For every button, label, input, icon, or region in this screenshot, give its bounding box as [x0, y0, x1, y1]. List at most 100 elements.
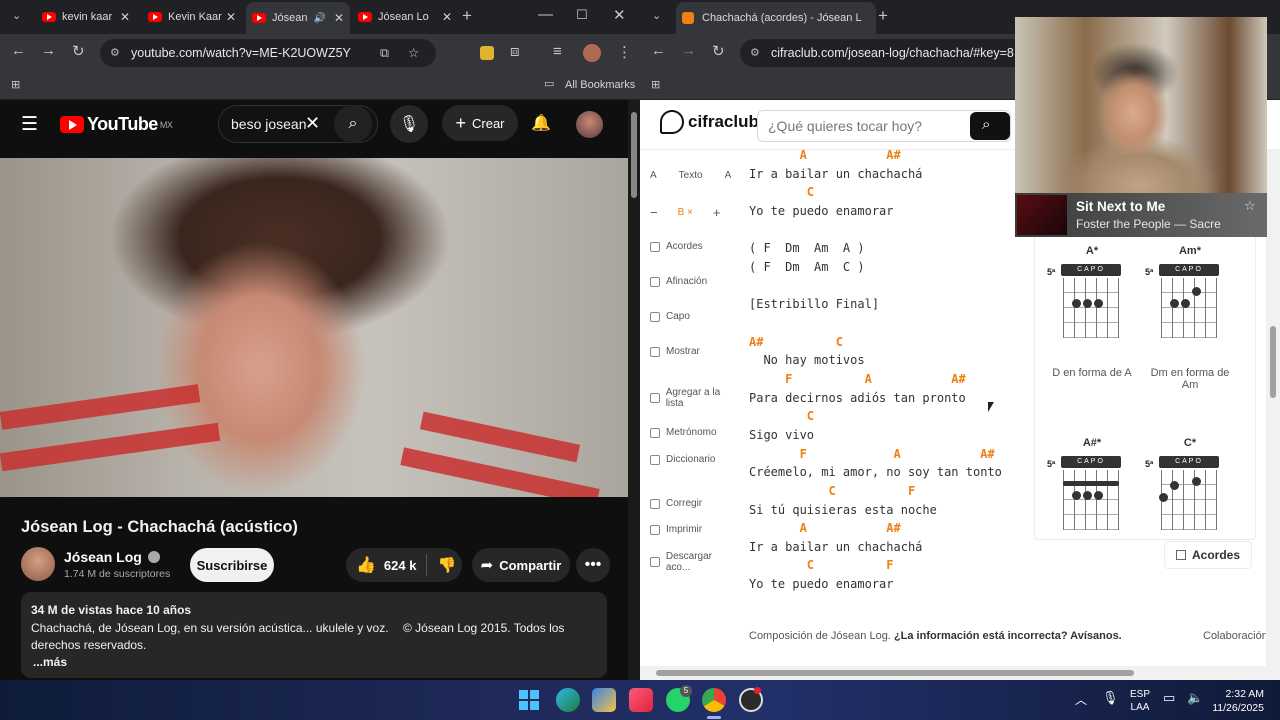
install-icon[interactable]: ⧉: [380, 39, 389, 67]
media-controls-icon[interactable]: ≡: [553, 43, 562, 60]
sidebar-item-imprimir[interactable]: Imprimir: [650, 524, 702, 535]
key-up-button[interactable]: +: [713, 205, 721, 220]
show-hidden-icons-icon[interactable]: ︿: [1075, 691, 1087, 708]
acordes-button[interactable]: Acordes: [1164, 541, 1252, 569]
reload-icon[interactable]: ↻: [72, 42, 85, 60]
music-icon[interactable]: [629, 688, 653, 712]
reload-icon[interactable]: ↻: [712, 42, 725, 60]
tab-kevin-kaar-1[interactable]: kevin kaar ✕: [36, 4, 136, 30]
search-button[interactable]: ⌕: [334, 105, 372, 143]
new-tab-button[interactable]: +: [462, 6, 472, 26]
search-button[interactable]: ⌕: [970, 112, 1010, 140]
hamburger-menu-icon[interactable]: ☰: [21, 113, 38, 136]
pip-video[interactable]: [1015, 17, 1267, 193]
scrollbar-thumb[interactable]: [1270, 326, 1276, 398]
close-icon[interactable]: ✕: [226, 10, 236, 24]
new-tab-button[interactable]: +: [878, 6, 888, 26]
like-button[interactable]: 👍 624 k: [346, 555, 416, 575]
microphone-icon[interactable]: 🎙: [1102, 690, 1119, 706]
picture-in-picture-window[interactable]: Sit Next to Me Foster the People — Sacre…: [1015, 17, 1267, 237]
bookmark-star-icon[interactable]: ☆: [408, 39, 419, 67]
key-down-button[interactable]: −: [650, 205, 658, 220]
tab-search-icon[interactable]: ⌄: [12, 9, 21, 22]
apps-grid-icon[interactable]: ⊞: [651, 78, 660, 91]
chrome-icon[interactable]: [702, 688, 726, 712]
scrollbar-thumb[interactable]: [631, 112, 637, 198]
sidebar-item-acordes[interactable]: Acordes: [650, 241, 703, 252]
chord-diagram[interactable]: A* 5ª CAPO D en forma de A: [1047, 245, 1137, 415]
tab-josean-log[interactable]: Jósean Lo ✕: [352, 4, 458, 30]
sidebar-item-descargar[interactable]: Descargar aco...: [650, 551, 738, 573]
back-icon[interactable]: ←: [11, 42, 26, 59]
store-icon[interactable]: [592, 688, 616, 712]
mouse-cursor-icon: [988, 402, 994, 412]
share-button[interactable]: ➦ Compartir: [472, 548, 570, 582]
clear-search-icon[interactable]: ✕: [305, 113, 320, 134]
description-box[interactable]: 34 M de vistas hace 10 años Chachachá, d…: [21, 592, 607, 678]
channel-name[interactable]: Jósean Log: [64, 549, 160, 565]
close-icon[interactable]: ✕: [120, 10, 130, 24]
sidebar-item-corregir[interactable]: Corregir: [650, 498, 702, 509]
more-actions-button[interactable]: •••: [576, 548, 610, 582]
menu-kebab-icon[interactable]: ⋮: [617, 43, 632, 61]
all-bookmarks-link[interactable]: All Bookmarks: [565, 79, 635, 91]
notifications-bell-icon[interactable]: 🔔: [531, 113, 551, 133]
site-info-icon[interactable]: ⚙: [110, 39, 120, 67]
sidebar-item-capo[interactable]: Capo: [650, 311, 690, 322]
start-button[interactable]: [519, 690, 539, 710]
chord-diagram[interactable]: Am* 5ª CAPO Dm en forma de Am: [1145, 245, 1235, 415]
extensions-puzzle-icon[interactable]: ⧈: [510, 43, 520, 60]
network-icon[interactable]: ▭: [1163, 690, 1175, 706]
subscribe-button[interactable]: Suscribirse: [190, 548, 274, 582]
dislike-button[interactable]: 👎: [437, 556, 456, 574]
sidebar-item-diccionario[interactable]: Diccionario: [650, 454, 715, 465]
forward-icon[interactable]: →: [41, 42, 56, 59]
site-info-icon[interactable]: ⚙: [750, 39, 760, 67]
sidebar-item-mostrar[interactable]: Mostrar: [650, 346, 700, 357]
edge-icon[interactable]: [556, 688, 580, 712]
forward-icon[interactable]: →: [681, 42, 696, 59]
tab-kevin-kaar-2[interactable]: Kevin Kaar ✕: [142, 4, 242, 30]
close-window-icon[interactable]: ✕: [613, 6, 626, 24]
create-button[interactable]: + Crear: [442, 105, 518, 141]
youtube-logo[interactable]: YouTube MX: [60, 114, 173, 135]
video-player[interactable]: [0, 158, 628, 497]
chord-diagram[interactable]: C* 5ª CAPO: [1145, 437, 1235, 607]
horizontal-scrollbar[interactable]: [640, 666, 1280, 680]
speaker-icon[interactable]: 🔊: [313, 13, 325, 24]
tab-chachacha[interactable]: Chachachá (acordes) - Jósean L: [676, 2, 876, 34]
account-avatar[interactable]: [576, 111, 603, 138]
report-error-link[interactable]: ¿La información está incorrecta? Avísano…: [894, 630, 1122, 642]
language-indicator[interactable]: ESP LAA: [1130, 688, 1150, 714]
profile-avatar[interactable]: [583, 44, 601, 62]
collaboration-link[interactable]: Colaboración: [1203, 630, 1268, 642]
scrollbar-thumb[interactable]: [656, 670, 1134, 676]
cifraclub-logo[interactable]: cifraclub: [660, 110, 759, 134]
sidebar-item-afinacion[interactable]: Afinación: [650, 276, 707, 287]
close-icon[interactable]: ✕: [334, 11, 344, 25]
vertical-scrollbar[interactable]: [1266, 150, 1280, 666]
clock[interactable]: 2:32 AM 11/26/2025: [1208, 687, 1264, 715]
key-label[interactable]: B ×: [678, 207, 693, 218]
star-icon[interactable]: ☆: [1244, 198, 1256, 214]
channel-avatar[interactable]: [21, 547, 55, 581]
close-icon[interactable]: ✕: [442, 10, 452, 24]
sidebar-item-metronomo[interactable]: Metrónomo: [650, 427, 717, 438]
tab-josean-active[interactable]: Jósean 🔊 ✕: [246, 2, 350, 34]
extension-icon[interactable]: [480, 46, 494, 60]
maximize-icon[interactable]: ☐: [576, 7, 588, 23]
volume-icon[interactable]: 🔈: [1187, 690, 1203, 706]
voice-search-button[interactable]: 🎙: [390, 105, 428, 143]
minimize-icon[interactable]: —: [538, 6, 553, 23]
text-bigger[interactable]: A: [725, 170, 732, 181]
sidebar-item-agregar[interactable]: Agregar a la lista: [650, 387, 738, 409]
more-link[interactable]: ...más: [33, 655, 67, 669]
chord-diagram[interactable]: A#* 5ª CAPO: [1047, 437, 1137, 607]
text-smaller[interactable]: A: [650, 170, 657, 181]
address-bar[interactable]: ⚙ youtube.com/watch?v=ME-K2UOWZ5Y ⧉ ☆: [100, 39, 436, 67]
vertical-scrollbar[interactable]: [628, 100, 640, 680]
text-size-control[interactable]: A Texto A: [650, 170, 731, 181]
back-icon[interactable]: ←: [651, 42, 666, 59]
tab-search-icon[interactable]: ⌄: [652, 9, 661, 22]
apps-grid-icon[interactable]: ⊞: [11, 78, 20, 91]
